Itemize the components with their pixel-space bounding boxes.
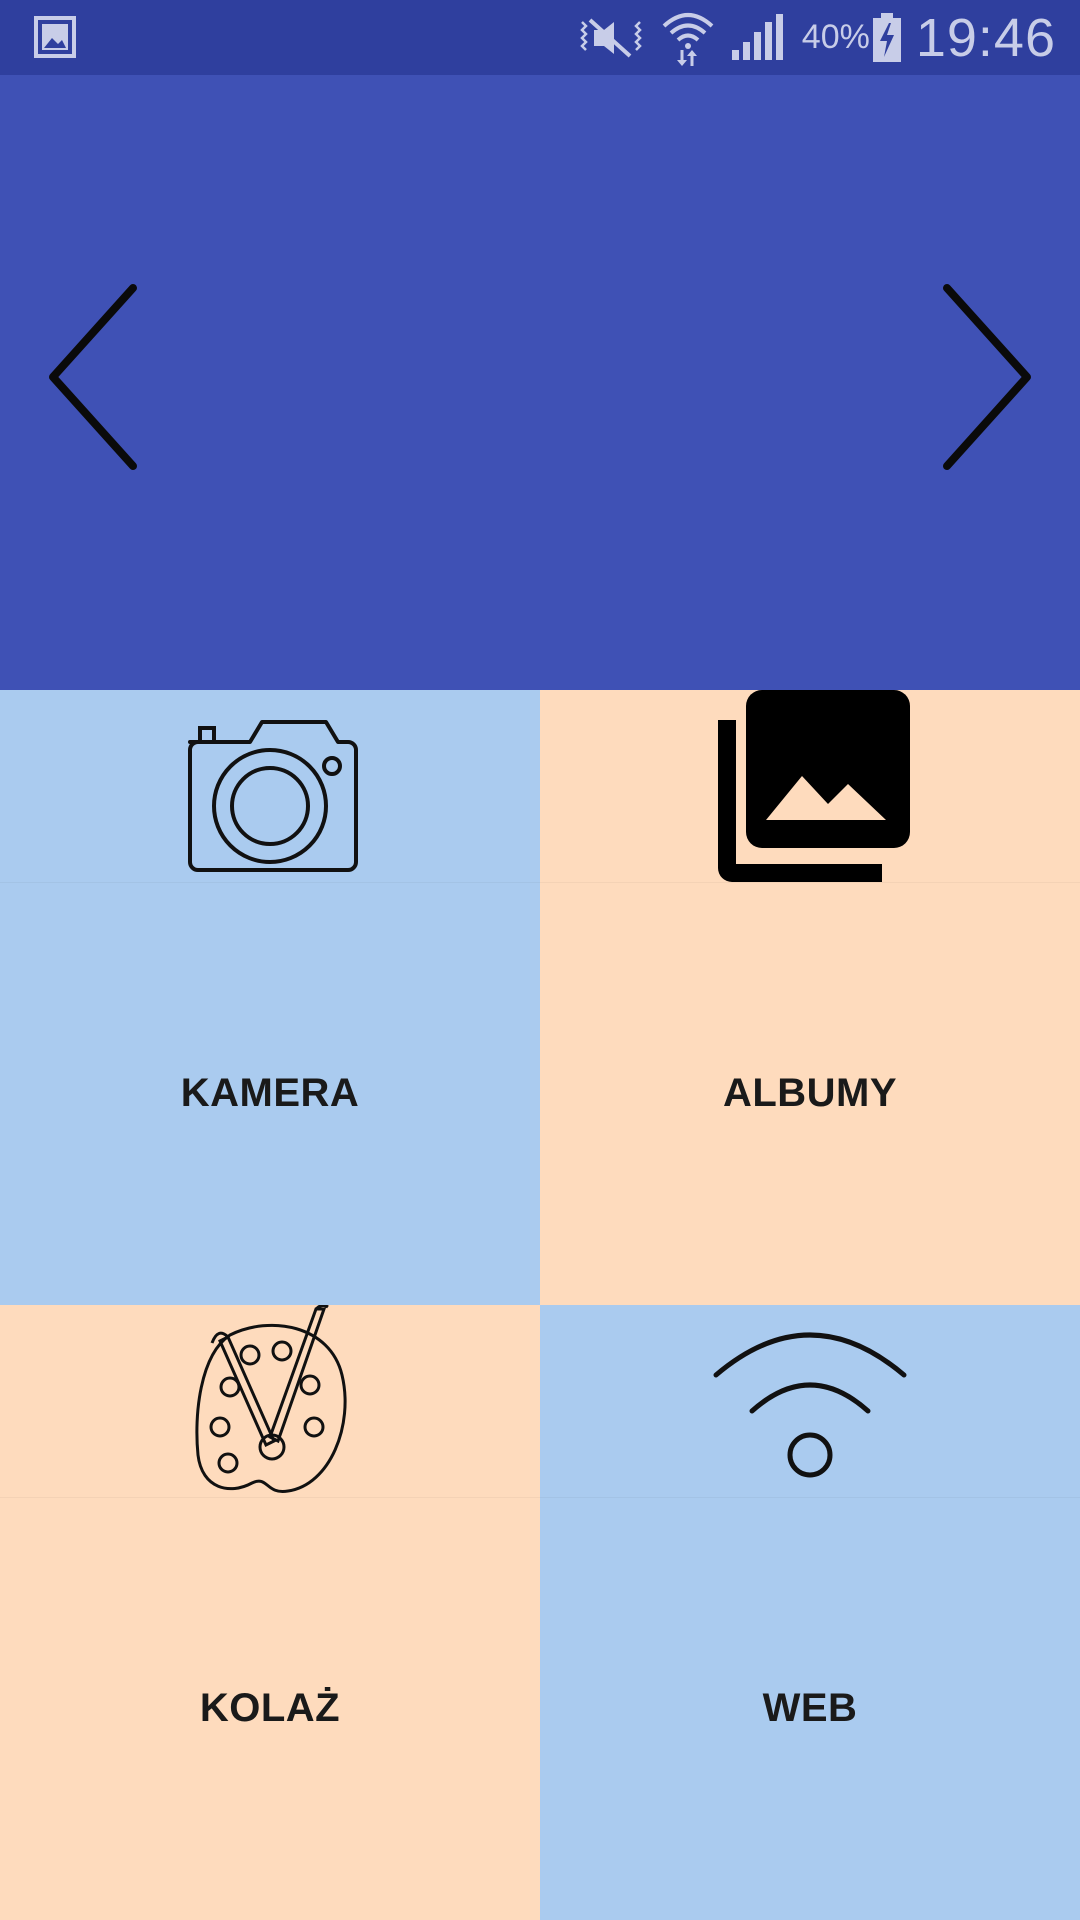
- collage-tile[interactable]: KOLAŻ: [0, 1305, 540, 1920]
- chevron-left-icon: [49, 284, 137, 470]
- previous-button[interactable]: [28, 275, 158, 485]
- camera-label: KAMERA: [180, 1071, 360, 1115]
- photo-library-icon: [540, 690, 1080, 883]
- signal-icon: [730, 13, 784, 62]
- wifi-icon: [540, 1305, 1080, 1498]
- palette-icon: [0, 1305, 540, 1498]
- notification-image-icon: [34, 16, 76, 63]
- collage-label: KOLAŻ: [199, 1686, 341, 1730]
- status-bar: 40% 19:46: [0, 0, 1080, 75]
- web-tile[interactable]: WEB: [540, 1305, 1080, 1920]
- albums-label: ALBUMY: [722, 1071, 898, 1115]
- web-label: WEB: [762, 1686, 858, 1730]
- wifi-status-icon: [660, 10, 716, 66]
- clock: 19:46: [915, 7, 1056, 68]
- battery-charging-icon: [872, 12, 902, 63]
- camera-icon: [0, 690, 540, 883]
- camera-tile[interactable]: KAMERA: [0, 690, 540, 1305]
- battery-percent: 40%: [801, 18, 870, 56]
- chevron-right-icon: [943, 284, 1031, 470]
- banner: [0, 75, 1080, 690]
- vibrate-icon: [576, 16, 646, 60]
- albums-tile[interactable]: ALBUMY: [540, 690, 1080, 1305]
- next-button[interactable]: [922, 275, 1052, 485]
